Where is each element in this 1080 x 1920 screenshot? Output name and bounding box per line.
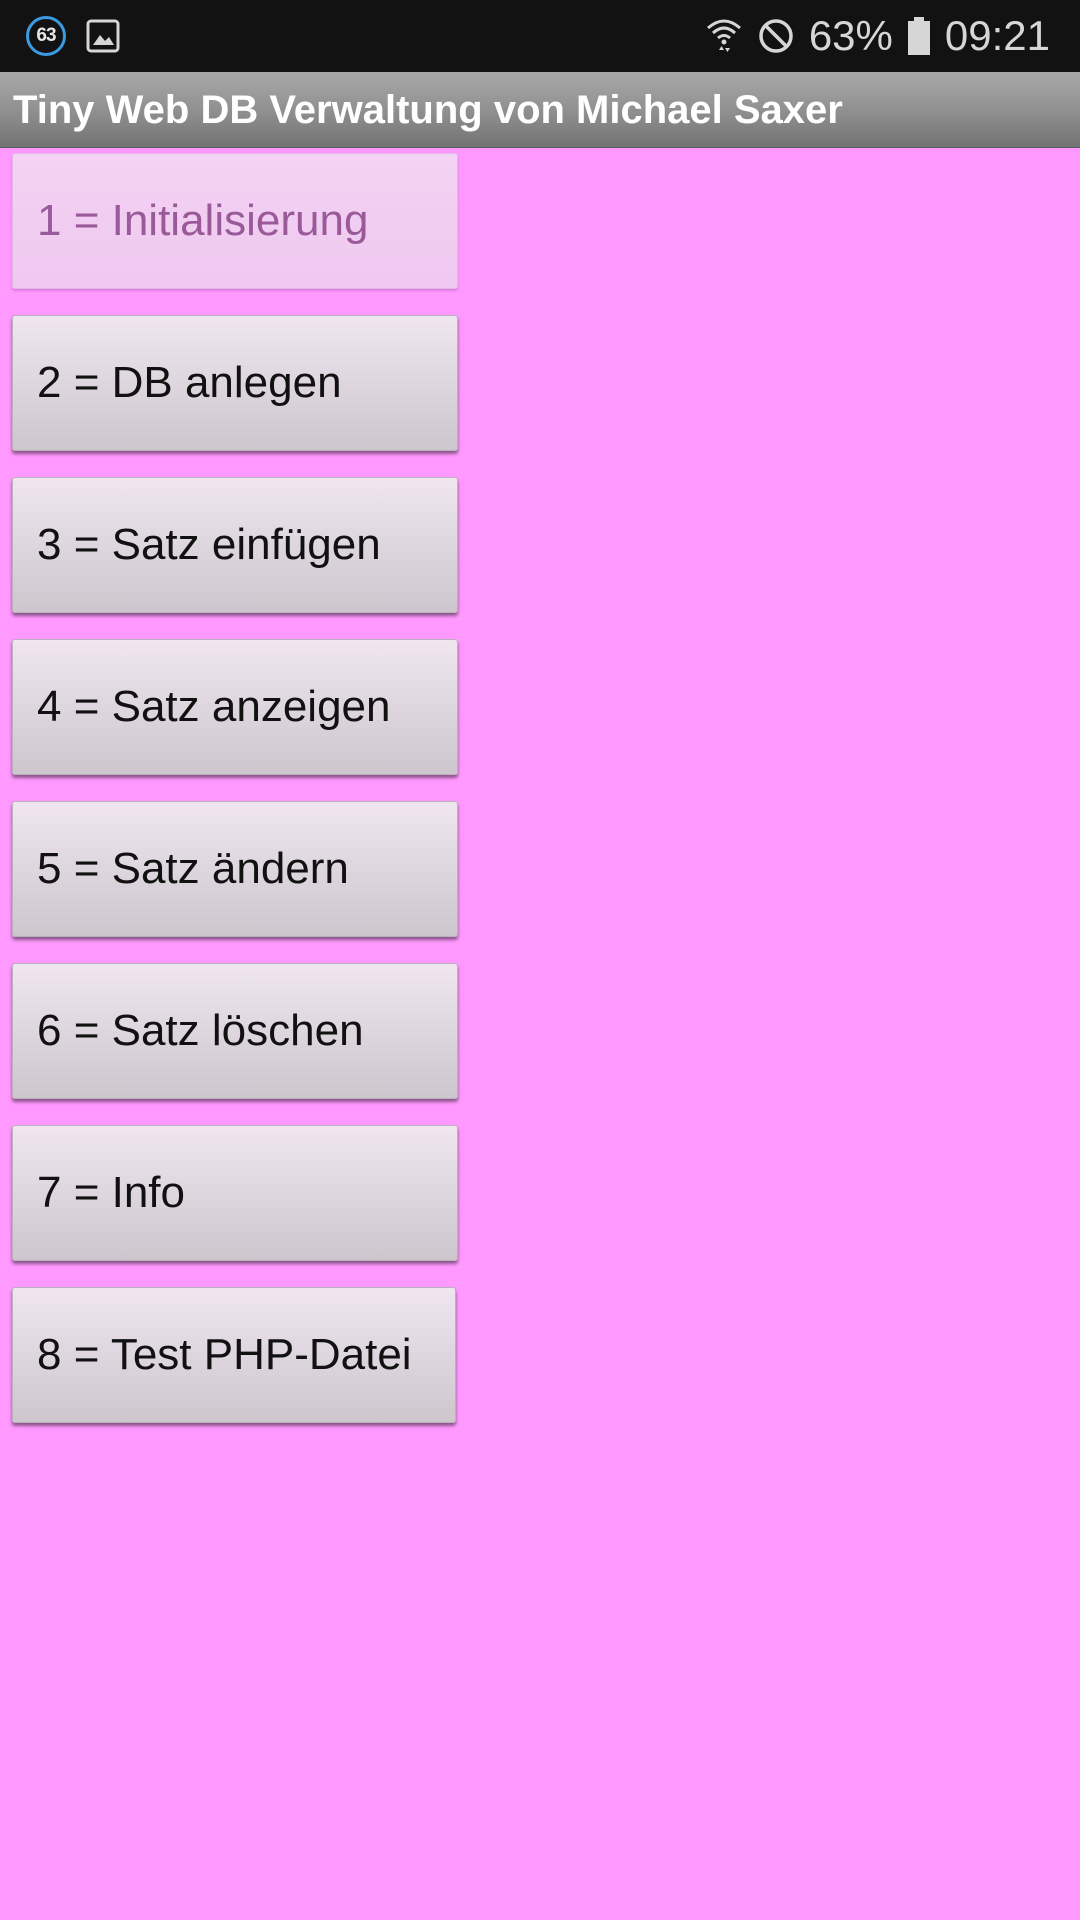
app-title: Tiny Web DB Verwaltung von Michael Saxer xyxy=(13,88,843,132)
title-bar: Tiny Web DB Verwaltung von Michael Saxer xyxy=(0,72,1080,148)
wifi-icon xyxy=(706,19,741,52)
info-button[interactable]: 7 = Info xyxy=(12,1125,458,1261)
battery-percent: 63% xyxy=(808,12,893,59)
initialize-button[interactable]: 1 = Initialisierung xyxy=(12,153,458,289)
image-icon xyxy=(86,19,120,53)
notification-badge-icon: 63 xyxy=(26,16,66,56)
battery-icon xyxy=(907,17,930,55)
insert-record-button[interactable]: 3 = Satz einfügen xyxy=(12,477,458,613)
show-record-button[interactable]: 4 = Satz anzeigen xyxy=(12,639,458,775)
create-db-button[interactable]: 2 = DB anlegen xyxy=(12,315,458,451)
delete-record-button[interactable]: 6 = Satz löschen xyxy=(12,963,458,1099)
test-php-file-button[interactable]: 8 = Test PHP-Datei xyxy=(12,1287,456,1423)
do-not-disturb-icon xyxy=(759,19,793,53)
edit-record-button[interactable]: 5 = Satz ändern xyxy=(12,801,458,937)
clock: 09:21 xyxy=(944,12,1050,59)
status-bar: 63 63% 09:21 xyxy=(0,0,1080,72)
